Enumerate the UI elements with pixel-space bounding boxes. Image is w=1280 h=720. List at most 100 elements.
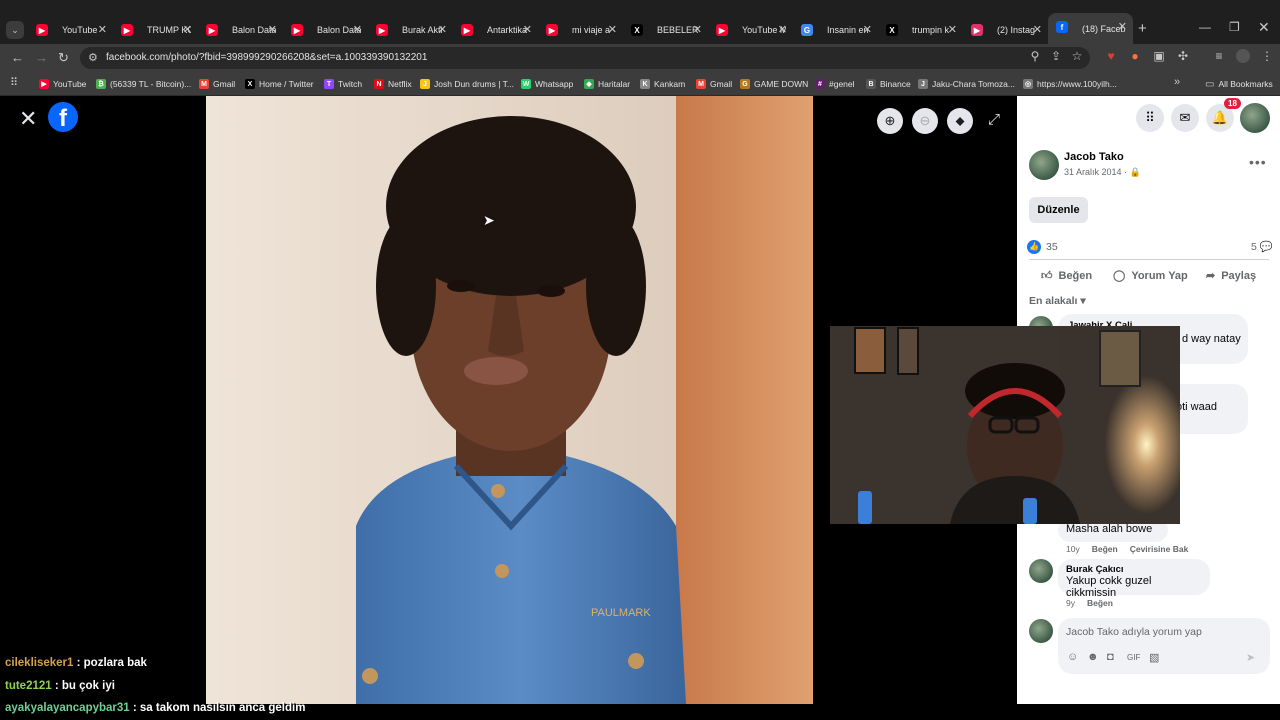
new-tab-button[interactable]: + — [1138, 20, 1147, 37]
close-tab-icon[interactable]: ✕ — [608, 23, 617, 36]
bookmark-item[interactable]: X Home / Twitter — [245, 77, 314, 91]
avatar-sticker-icon[interactable]: ☺ — [1067, 651, 1078, 663]
reload-button[interactable]: ↻ — [58, 50, 69, 66]
close-tab-icon[interactable]: ✕ — [353, 23, 362, 36]
reactions-summary[interactable]: 👍 35 — [1027, 240, 1058, 254]
bookmark-item[interactable]: T Twitch — [324, 77, 362, 91]
more-options-icon[interactable]: ••• — [1249, 154, 1267, 170]
tab-8[interactable]: ▶ YouTube M ✕ — [708, 16, 793, 44]
comment-meta: 10y Beğen Çevirisine Bak — [1066, 544, 1188, 554]
tab-10[interactable]: Xtrumpin k ✕ — [878, 16, 963, 44]
bookmark-item[interactable]: J Josh Dun drums | T... — [420, 77, 514, 91]
facebook-logo-icon[interactable]: f — [48, 102, 78, 132]
comment-like-button[interactable]: Beğen — [1087, 598, 1113, 608]
close-viewer-icon[interactable]: ✕ — [19, 106, 37, 132]
extension-red-icon[interactable]: ♥ — [1104, 49, 1118, 63]
see-translation-button[interactable]: Çevirisine Bak — [1130, 544, 1189, 554]
extensions-puzzle-icon[interactable]: ✣ — [1176, 49, 1190, 63]
sticker-icon[interactable]: ▧ — [1149, 651, 1159, 664]
bookmark-item[interactable]: B Binance — [866, 77, 911, 91]
comment-sort-dropdown[interactable]: En alakalı ▾ — [1029, 295, 1086, 307]
bookmark-item[interactable]: M Gmail — [696, 77, 732, 91]
post-date[interactable]: 31 Aralık 2014 · 🔒 — [1064, 167, 1141, 178]
account-avatar[interactable] — [1240, 103, 1270, 133]
bookmark-item[interactable]: N Netflix — [374, 77, 412, 91]
tab-0[interactable]: ▶ YouTube ✕ — [28, 16, 113, 44]
close-tab-icon[interactable]: ✕ — [438, 23, 447, 36]
comment-like-button[interactable]: Beğen — [1092, 544, 1118, 554]
bookmark-item[interactable]: J Jaku-Chara Tomoza... — [918, 77, 1015, 91]
comment-composer[interactable]: Jacob Tako adıyla yorum yap ☺ ☻ ◘ GIF ▧ … — [1058, 618, 1270, 674]
bookmark-item[interactable]: ₿ (56339 TL - Bitcoin)... — [96, 77, 191, 91]
all-bookmarks-button[interactable]: ▭ All Bookmarks — [1205, 77, 1273, 91]
tab-3[interactable]: ▶ Balon Data ✕ — [283, 16, 368, 44]
bookmark-item[interactable]: ◎ https://www.100yilh... — [1023, 77, 1117, 91]
bookmark-item[interactable]: W Whatsapp — [521, 77, 573, 91]
chrome-menu-icon[interactable]: ⋮ — [1260, 49, 1274, 63]
fullscreen-icon[interactable]: ⤢ — [988, 111, 1000, 128]
install-app-icon[interactable]: ⇪ — [1049, 49, 1063, 63]
close-tab-icon[interactable]: ✕ — [98, 23, 107, 36]
close-tab-icon[interactable]: ✕ — [523, 23, 532, 36]
tab-11[interactable]: ▶ (2) Instag ✕ — [963, 16, 1048, 44]
share-button[interactable]: ➦ Paylaş — [1206, 269, 1256, 283]
profile-icon[interactable] — [1236, 49, 1250, 63]
bookmark-item[interactable]: ◆ Haritalar — [584, 77, 630, 91]
bookmark-item[interactable]: K Kankam — [640, 77, 685, 91]
close-window-button[interactable]: ✕ — [1258, 19, 1270, 36]
close-tab-icon[interactable]: ✕ — [268, 23, 277, 36]
close-tab-icon[interactable]: ✕ — [1118, 20, 1127, 33]
bookmark-item[interactable]: # #genel — [815, 77, 855, 91]
bookmark-item[interactable]: G GAME DOWN — [740, 77, 808, 91]
tab-9[interactable]: G Insanin en ✕ — [793, 16, 878, 44]
gif-icon[interactable]: GIF — [1127, 653, 1140, 662]
media-controls-icon[interactable]: ≡ — [1212, 49, 1226, 63]
close-tab-icon[interactable]: ✕ — [863, 23, 872, 36]
tab-2[interactable]: ▶ Balon Data ✕ — [198, 16, 283, 44]
forward-button[interactable]: → — [35, 50, 48, 65]
apps-grid-icon[interactable]: ⠿ — [10, 76, 18, 89]
extension-orange-icon[interactable]: ● — [1128, 49, 1142, 63]
commenter-name[interactable]: Burak Çakıcı — [1066, 564, 1202, 575]
tab-5[interactable]: ▶ Antarktika ✕ — [453, 16, 538, 44]
tab-12[interactable]: f (18) Faceb ✕ — [1048, 13, 1133, 44]
bookmark-label: Home / Twitter — [259, 79, 314, 89]
minimize-button[interactable]: — — [1199, 20, 1211, 34]
menu-grid-icon[interactable]: ⠿ — [1136, 104, 1164, 132]
close-tab-icon[interactable]: ✕ — [948, 23, 957, 36]
back-button[interactable]: ← — [11, 50, 24, 65]
camera-icon[interactable]: ◘ — [1107, 651, 1114, 663]
tab-4[interactable]: ▶ Burak Akti ✕ — [368, 16, 453, 44]
zoom-out-icon[interactable]: ⊖ — [912, 108, 938, 134]
tab-1[interactable]: ▶ TRUMP KO ✕ — [113, 16, 198, 44]
send-icon[interactable]: ➤ — [1246, 651, 1255, 664]
omnibox[interactable]: ⚙ facebook.com/photo/?fbid=3989992902662… — [80, 47, 1090, 69]
comment-count[interactable]: 5 💬 — [1251, 240, 1273, 253]
close-tab-icon[interactable]: ✕ — [183, 23, 192, 36]
tab-7[interactable]: XBEBELER T✕ — [623, 16, 708, 44]
tag-icon[interactable]: ⬥ — [947, 108, 973, 134]
bookmarks-overflow-icon[interactable]: » — [1174, 76, 1180, 88]
post-author[interactable]: Jacob Tako — [1064, 151, 1124, 163]
close-tab-icon[interactable]: ✕ — [778, 23, 787, 36]
messenger-icon[interactable]: ✉ — [1171, 104, 1199, 132]
edit-post-button[interactable]: Düzenle — [1029, 197, 1088, 223]
extension-grey-icon[interactable]: ▣ — [1152, 49, 1166, 63]
close-tab-icon[interactable]: ✕ — [693, 23, 702, 36]
post-photo[interactable]: PAULMARK — [206, 96, 813, 704]
tab-search-button[interactable]: ⌄ — [6, 21, 24, 39]
zoom-icon[interactable]: ⚲ — [1028, 49, 1042, 63]
emoji-icon[interactable]: ☻ — [1087, 651, 1099, 663]
restore-button[interactable]: ❐ — [1229, 20, 1240, 34]
like-button[interactable]: 👍︎ Beğen — [1041, 269, 1092, 283]
author-avatar[interactable] — [1029, 150, 1059, 180]
commenter-avatar[interactable] — [1029, 559, 1053, 583]
bookmark-item[interactable]: ▶ YouTube — [39, 77, 86, 91]
zoom-in-icon[interactable]: ⊕ — [877, 108, 903, 134]
comment-button[interactable]: ◯ Yorum Yap — [1113, 269, 1188, 283]
close-tab-icon[interactable]: ✕ — [1033, 23, 1042, 36]
bookmark-item[interactable]: M Gmail — [199, 77, 235, 91]
bookmark-star-icon[interactable]: ☆ — [1070, 49, 1084, 63]
site-info-icon[interactable]: ⚙ — [88, 51, 98, 64]
tab-6[interactable]: ▶ mi viaje a ✕ — [538, 16, 623, 44]
